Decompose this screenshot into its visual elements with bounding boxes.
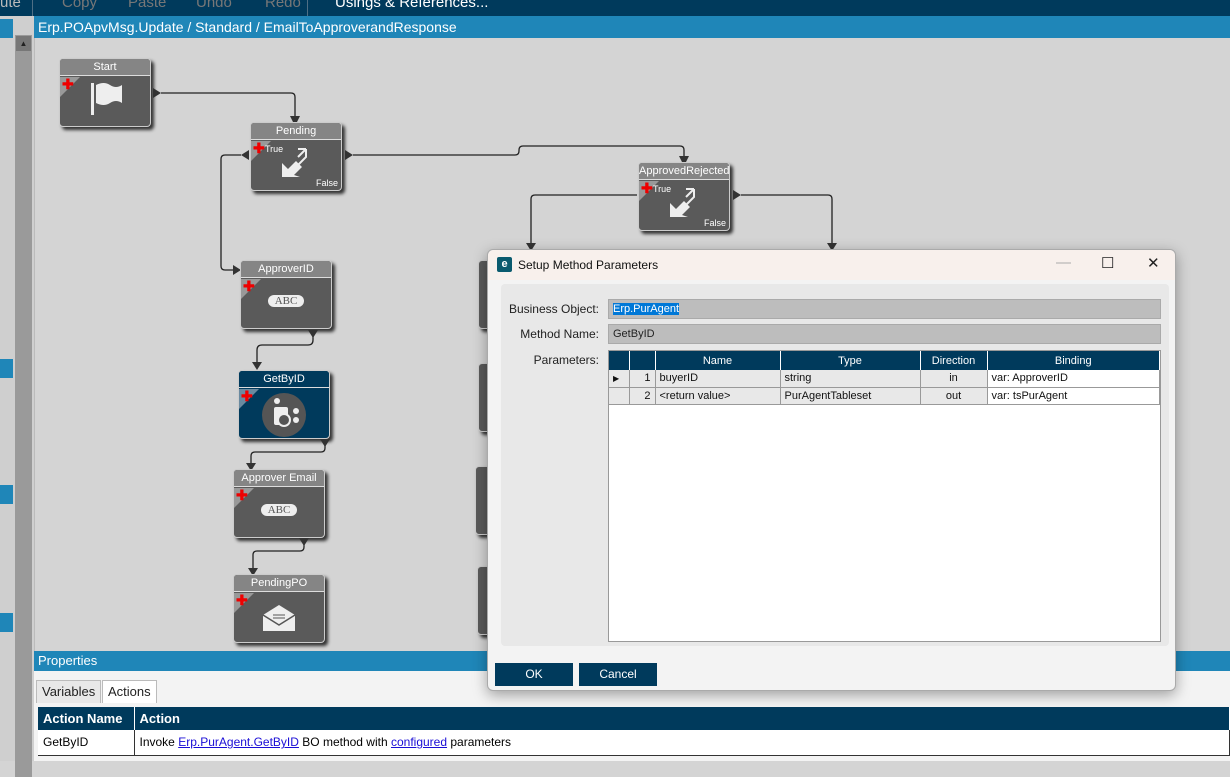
maximize-icon[interactable]: ☐ xyxy=(1101,254,1114,272)
email-envelope-icon xyxy=(234,597,324,636)
setup-method-parameters-dialog: e Setup Method Parameters — ☐ ✕ Business… xyxy=(487,249,1176,691)
tab-actions[interactable]: Actions xyxy=(102,680,157,703)
ok-button[interactable]: OK xyxy=(495,663,573,686)
flag-icon xyxy=(60,81,150,120)
method-name-field[interactable]: GetByID xyxy=(608,324,1161,344)
cancel-button[interactable]: Cancel xyxy=(579,663,657,686)
node-pending[interactable]: Pending ✚ True False xyxy=(250,122,342,191)
node-start[interactable]: Start ✚ xyxy=(59,58,151,127)
left-panel: ▲ xyxy=(0,16,34,777)
abc-icon: ABC xyxy=(260,504,298,516)
copy-button[interactable]: Copy xyxy=(62,0,97,11)
configured-link[interactable]: configured xyxy=(391,735,447,749)
node-approver-email[interactable]: Approver Email ✚ ABC xyxy=(233,469,325,538)
business-object-field[interactable]: Erp.PurAgent xyxy=(608,299,1161,319)
tab-variables[interactable]: Variables xyxy=(36,680,102,703)
undo-button[interactable]: Undo xyxy=(196,0,232,11)
bo-method-icon xyxy=(239,393,329,440)
execute-button[interactable]: ute xyxy=(0,0,21,11)
decision-arrows-icon xyxy=(251,145,341,184)
node-get-by-id[interactable]: GetByID ✚ xyxy=(238,370,330,439)
breadcrumb: Erp.POApvMsg.Update / Standard / EmailTo… xyxy=(34,16,1230,38)
table-row[interactable]: ▶ 1 buyerID string in var: ApproverID xyxy=(609,370,1160,388)
parameters-grid[interactable]: Name Type Direction Binding ▶ 1 buyerID str… xyxy=(608,350,1161,642)
table-row[interactable]: 2 <return value> PurAgentTableset out var: t… xyxy=(609,387,1160,405)
vertical-scrollbar[interactable]: ▲ xyxy=(15,35,32,777)
row-selector-icon: ▶ xyxy=(609,370,630,388)
table-row[interactable]: GetByID Invoke Erp.PurAgent.GetByID BO m… xyxy=(38,730,1230,756)
abc-icon: ABC xyxy=(267,295,305,307)
decision-arrows-icon xyxy=(639,185,729,224)
node-approver-id[interactable]: ApproverID ✚ ABC xyxy=(240,260,332,329)
close-icon[interactable]: ✕ xyxy=(1147,254,1160,272)
scroll-up-icon[interactable]: ▲ xyxy=(16,36,31,51)
actions-table: Action Name Action GetByID Invoke Erp.Pur… xyxy=(38,707,1230,756)
column-action: Action xyxy=(134,707,1230,730)
node-approved-rejected[interactable]: ApprovedRejected ✚ True False xyxy=(638,162,730,231)
column-action-name: Action Name xyxy=(38,707,135,730)
bo-method-link[interactable]: Erp.PurAgent.GetByID xyxy=(178,735,299,749)
node-pending-po[interactable]: PendingPO ✚ xyxy=(233,574,325,643)
redo-button[interactable]: Redo xyxy=(265,0,301,11)
app-logo-icon: e xyxy=(497,257,512,272)
toolbar: ute Copy Paste Undo Redo Usings & Refere… xyxy=(0,0,1230,16)
dialog-titlebar[interactable]: e Setup Method Parameters — ☐ ✕ xyxy=(488,250,1175,280)
paste-button[interactable]: Paste xyxy=(128,0,166,11)
minimize-icon[interactable]: — xyxy=(1056,254,1071,271)
usings-references-button[interactable]: Usings & References... xyxy=(335,0,488,11)
